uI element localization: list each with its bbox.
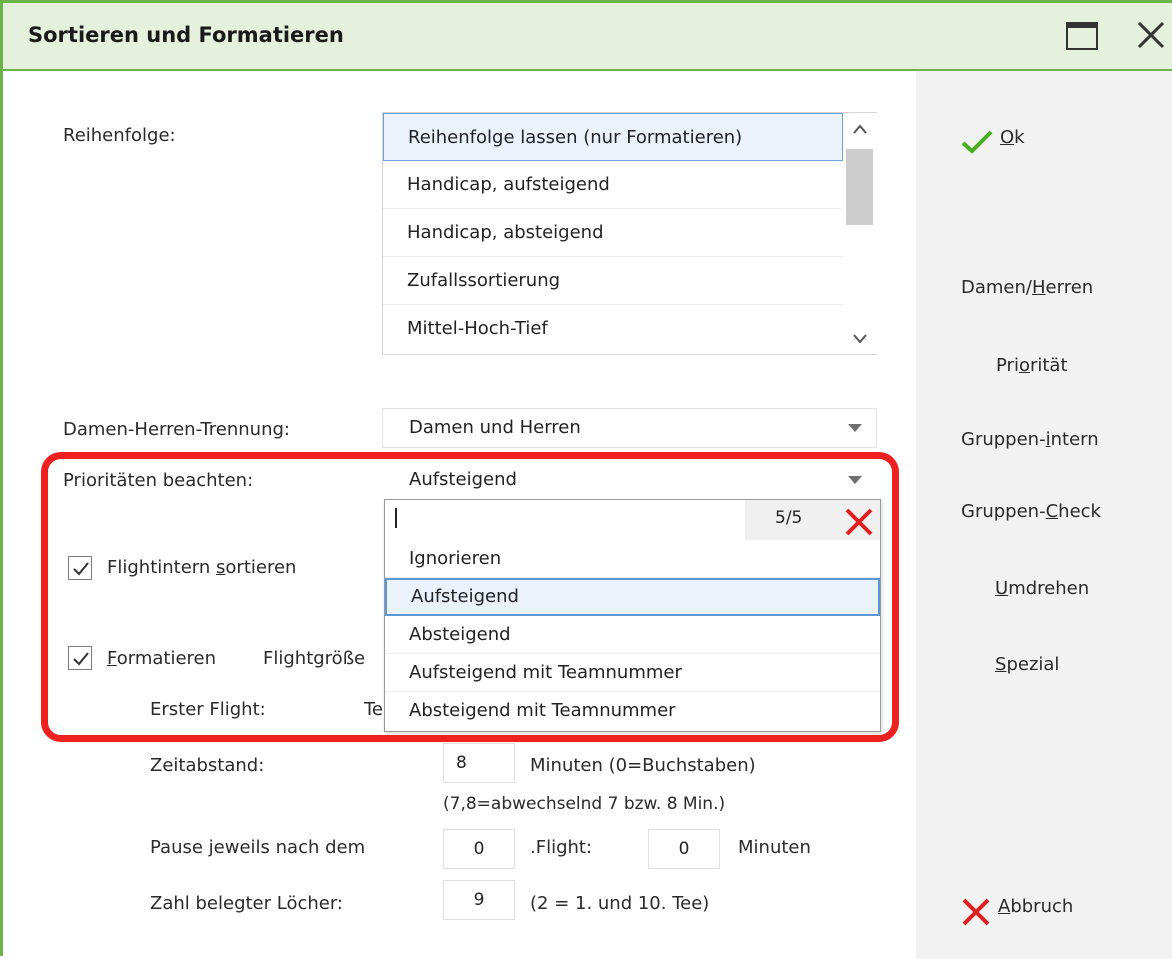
label-mnemonic: H <box>1031 277 1046 298</box>
close-button[interactable] <box>1133 17 1169 53</box>
damen-herren-label: Damen-Herren-Trennung: <box>63 419 290 440</box>
erster-flight-partial: Te <box>364 699 384 720</box>
dropdown-option[interactable]: Aufsteigend mit Teamnummer <box>385 654 880 692</box>
clear-search-button[interactable] <box>843 506 875 538</box>
zeitabstand-label: Zeitabstand: <box>150 755 265 776</box>
maximize-icon <box>1066 22 1098 50</box>
title-bar: Sortieren und Formatieren <box>3 3 1172 71</box>
close-icon <box>845 508 873 536</box>
zeitabstand-unit: Minuten (0=Buchstaben) <box>530 755 756 776</box>
reihenfolge-label: Reihenfolge: <box>63 125 176 146</box>
pause-minutes-input[interactable]: 0 <box>648 829 720 869</box>
checkmark-icon <box>73 652 89 666</box>
dialog-title: Sortieren und Formatieren <box>28 23 344 47</box>
label-text: heck <box>1058 501 1101 522</box>
label-text: ntern <box>1050 429 1099 450</box>
formatieren-checkbox[interactable] <box>68 646 92 670</box>
gruppen-intern-button[interactable]: Gruppen-intern <box>961 429 1099 450</box>
label-mnemonic: U <box>995 578 1009 599</box>
label-text: mdrehen <box>1008 578 1090 599</box>
scroll-thumb[interactable] <box>846 149 873 225</box>
label-mnemonic: F <box>107 648 117 669</box>
list-item[interactable]: Reihenfolge lassen (nur Formatieren) <box>383 113 843 161</box>
label-mnemonic: A <box>998 896 1011 917</box>
damen-herren-select[interactable]: Damen und Herren <box>382 408 877 448</box>
label-mnemonic: S <box>995 654 1007 675</box>
label-text: ortieren <box>225 557 297 578</box>
list-scrollbar[interactable] <box>843 113 877 354</box>
checkmark-icon <box>961 130 993 154</box>
maximize-button[interactable] <box>1065 21 1101 53</box>
label-mnemonic: o <box>1018 355 1030 376</box>
loecher-label: Zahl belegter Löcher: <box>150 893 343 914</box>
close-icon <box>1137 21 1165 49</box>
label-mnemonic: C <box>1045 501 1059 522</box>
prioritaeten-dropdown: 5/5 Ignorieren Aufsteigend Absteigend Au… <box>384 499 881 732</box>
spezial-button[interactable]: Spezial <box>995 654 1059 675</box>
damen-herren-button[interactable]: Damen/Herren <box>961 277 1093 298</box>
umdrehen-button[interactable]: Umdrehen <box>995 578 1089 599</box>
reihenfolge-list[interactable]: Reihenfolge lassen (nur Formatieren) Han… <box>382 112 877 355</box>
chevron-down-icon <box>848 424 862 432</box>
formatieren-label[interactable]: Formatieren <box>107 648 216 669</box>
sort-format-dialog: Sortieren und Formatieren Reihenfolge: R… <box>0 0 1172 959</box>
close-icon <box>962 898 990 926</box>
label-text: Pri <box>996 355 1019 376</box>
dropdown-search-input[interactable] <box>385 500 745 540</box>
flightintern-checkbox[interactable] <box>68 556 92 580</box>
list-item[interactable]: Handicap, aufsteigend <box>383 161 843 209</box>
gruppen-check-button[interactable]: Gruppen-Check <box>961 501 1101 522</box>
dropdown-option[interactable]: Ignorieren <box>385 540 880 578</box>
abbruch-button[interactable]: Abbruch <box>960 896 1073 926</box>
prioritaet-button[interactable]: Priorität <box>996 355 1068 376</box>
checkmark-icon <box>73 562 89 576</box>
pause-label: Pause jeweils nach dem <box>150 837 366 858</box>
label-text: bbruch <box>1010 896 1074 917</box>
zeitabstand-hint: (7,8=abwechselnd 7 bzw. 8 Min.) <box>443 794 726 814</box>
label-text: Damen/ <box>961 277 1032 298</box>
dropdown-option[interactable]: Aufsteigend <box>385 578 880 616</box>
prioritaeten-value: Aufsteigend <box>409 469 517 490</box>
damen-herren-value: Damen und Herren <box>409 417 581 438</box>
flightgroesse-label: Flightgröße <box>263 648 366 669</box>
list-item[interactable]: Zufallssortierung <box>383 257 843 305</box>
prioritaeten-label: Prioritäten beachten: <box>63 470 254 491</box>
label-text: erren <box>1045 277 1094 298</box>
label-text: Gruppen- <box>961 501 1046 522</box>
label-text: pezial <box>1006 654 1060 675</box>
chevron-down-icon <box>848 476 862 484</box>
label-text: rität <box>1029 355 1068 376</box>
zeitabstand-input[interactable]: 8 <box>443 743 515 783</box>
pause-minutes-label: Minuten <box>738 837 811 858</box>
loecher-input[interactable]: 9 <box>443 880 515 920</box>
list-item[interactable]: Handicap, absteigend <box>383 209 843 257</box>
pause-flight-input[interactable]: 0 <box>443 829 515 869</box>
label-text: ormatieren <box>116 648 216 669</box>
prioritaeten-select[interactable]: Aufsteigend <box>382 460 877 500</box>
label-text: Gruppen- <box>961 429 1046 450</box>
erster-flight-label: Erster Flight: <box>150 699 266 720</box>
label-text: k <box>1014 127 1025 148</box>
label-mnemonic: O <box>1000 127 1015 148</box>
dropdown-option[interactable]: Absteigend <box>385 616 880 654</box>
list-item[interactable]: Mittel-Hoch-Tief <box>383 305 843 353</box>
scroll-up-icon[interactable] <box>852 123 868 135</box>
label-mnemonic: s <box>216 557 226 578</box>
label-text: Flightintern <box>107 557 217 578</box>
pause-flight-label: .Flight: <box>530 837 593 858</box>
loecher-hint: (2 = 1. und 10. Tee) <box>530 893 710 914</box>
dropdown-option[interactable]: Absteigend mit Teamnummer <box>385 692 880 730</box>
dropdown-count: 5/5 <box>775 508 803 528</box>
ok-button[interactable]: Ok <box>960 127 1025 154</box>
flightintern-label[interactable]: Flightintern sortieren <box>107 557 296 578</box>
scroll-down-icon[interactable] <box>852 333 868 345</box>
text-caret <box>395 508 397 528</box>
